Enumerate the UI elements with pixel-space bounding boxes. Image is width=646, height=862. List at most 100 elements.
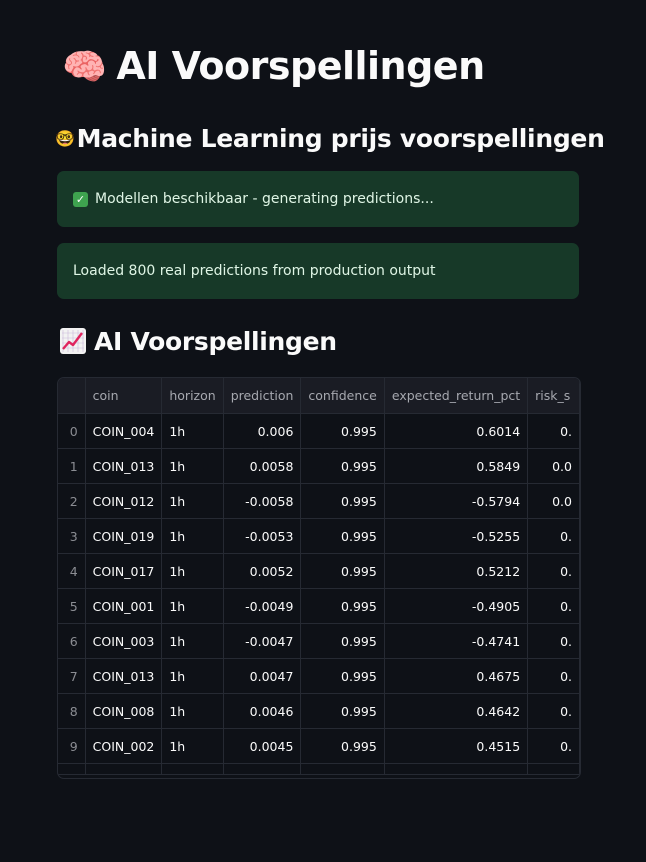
confidence-cell[interactable]: 0.995 [300,518,385,554]
horizon-cell[interactable]: 1h [161,693,224,729]
confidence-cell[interactable]: 0.995 [300,553,385,589]
empty-cell [384,763,529,775]
row-index-cell[interactable]: 9 [58,728,86,764]
prediction-cell[interactable]: -0.0058 [223,483,302,519]
empty-cell [223,763,302,775]
horizon-cell[interactable]: 1h [161,588,224,624]
expected-return-cell[interactable]: 0.5212 [384,553,529,589]
empty-cell [58,763,86,775]
horizon-cell[interactable]: 1h [161,413,224,449]
prediction-cell[interactable]: -0.0049 [223,588,302,624]
row-index-cell[interactable]: 2 [58,483,86,519]
horizon-cell[interactable]: 1h [161,518,224,554]
risk-score-cell[interactable]: 0. [527,693,580,729]
risk-score-cell[interactable]: 0. [527,518,580,554]
risk-score-cell[interactable]: 0. [527,728,580,764]
risk-score-cell[interactable]: 0. [527,623,580,659]
column-header-prediction[interactable]: prediction [223,378,302,414]
prediction-cell[interactable]: -0.0047 [223,623,302,659]
row-index-cell[interactable]: 3 [58,518,86,554]
coin-cell[interactable]: COIN_013 [85,448,163,484]
column-header-risk-score[interactable]: risk_s [527,378,580,414]
row-index-cell[interactable]: 1 [58,448,86,484]
risk-score-cell[interactable]: 0.0 [527,448,580,484]
empty-cell [300,763,385,775]
table-row[interactable]: 1 COIN_013 1h 0.0058 0.995 0.5849 0.0 [58,448,580,484]
prediction-cell[interactable]: 0.006 [223,413,302,449]
horizon-cell[interactable]: 1h [161,623,224,659]
table-row[interactable]: 7 COIN_013 1h 0.0047 0.995 0.4675 0. [58,658,580,694]
page-subtitle: 🤓Machine Learning prijs voorspellingen [55,124,605,153]
prediction-cell[interactable]: 0.0046 [223,693,302,729]
coin-cell[interactable]: COIN_002 [85,728,163,764]
expected-return-cell[interactable]: 0.4675 [384,658,529,694]
coin-cell[interactable]: COIN_008 [85,693,163,729]
coin-cell[interactable]: COIN_013 [85,658,163,694]
table-row[interactable]: 0 COIN_004 1h 0.006 0.995 0.6014 0. [58,413,580,449]
row-index-cell[interactable]: 4 [58,553,86,589]
empty-cell [527,763,580,775]
column-header-horizon[interactable]: horizon [161,378,224,414]
table-row[interactable]: 8 COIN_008 1h 0.0046 0.995 0.4642 0. [58,693,580,729]
risk-score-cell[interactable]: 0. [527,588,580,624]
risk-score-cell[interactable]: 0. [527,553,580,589]
section-title: AI Voorspellingen [60,327,337,356]
coin-cell[interactable]: COIN_004 [85,413,163,449]
horizon-cell[interactable]: 1h [161,483,224,519]
expected-return-cell[interactable]: -0.5794 [384,483,529,519]
table-row[interactable]: 5 COIN_001 1h -0.0049 0.995 -0.4905 0. [58,588,580,624]
confidence-cell[interactable]: 0.995 [300,588,385,624]
brain-icon: 🧠 [62,47,107,88]
confidence-cell[interactable]: 0.995 [300,413,385,449]
table-row[interactable]: 6 COIN_003 1h -0.0047 0.995 -0.4741 0. [58,623,580,659]
risk-score-cell[interactable]: 0.0 [527,483,580,519]
table-row[interactable]: 4 COIN_017 1h 0.0052 0.995 0.5212 0. [58,553,580,589]
column-header-confidence[interactable]: confidence [300,378,385,414]
table-row[interactable]: 9 COIN_002 1h 0.0045 0.995 0.4515 0. [58,728,580,764]
row-index-cell[interactable]: 6 [58,623,86,659]
coin-cell[interactable]: COIN_003 [85,623,163,659]
predictions-table[interactable]: coin horizon prediction confidence expec… [57,377,581,779]
prediction-cell[interactable]: 0.0047 [223,658,302,694]
column-header-coin[interactable]: coin [85,378,163,414]
coin-cell[interactable]: COIN_001 [85,588,163,624]
confidence-cell[interactable]: 0.995 [300,623,385,659]
chart-increasing-icon [60,328,86,354]
prediction-cell[interactable]: 0.0058 [223,448,302,484]
coin-cell[interactable]: COIN_019 [85,518,163,554]
risk-score-cell[interactable]: 0. [527,413,580,449]
column-header-expected-return-pct[interactable]: expected_return_pct [384,378,529,414]
coin-cell[interactable]: COIN_012 [85,483,163,519]
horizon-cell[interactable]: 1h [161,658,224,694]
row-index-cell[interactable]: 0 [58,413,86,449]
expected-return-cell[interactable]: 0.4642 [384,693,529,729]
risk-score-cell[interactable]: 0. [527,658,580,694]
success-alert: ✓ Modellen beschikbaar - generating pred… [57,171,579,227]
column-header-index[interactable] [58,378,86,414]
prediction-cell[interactable]: 0.0052 [223,553,302,589]
expected-return-cell[interactable]: 0.6014 [384,413,529,449]
horizon-cell[interactable]: 1h [161,728,224,764]
table-row[interactable]: 3 COIN_019 1h -0.0053 0.995 -0.5255 0. [58,518,580,554]
expected-return-cell[interactable]: 0.5849 [384,448,529,484]
prediction-cell[interactable]: 0.0045 [223,728,302,764]
expected-return-cell[interactable]: -0.5255 [384,518,529,554]
empty-cell [85,763,163,775]
expected-return-cell[interactable]: -0.4905 [384,588,529,624]
confidence-cell[interactable]: 0.995 [300,658,385,694]
expected-return-cell[interactable]: -0.4741 [384,623,529,659]
row-index-cell[interactable]: 5 [58,588,86,624]
table-row-partial [58,763,580,775]
table-row[interactable]: 2 COIN_012 1h -0.0058 0.995 -0.5794 0.0 [58,483,580,519]
row-index-cell[interactable]: 8 [58,693,86,729]
confidence-cell[interactable]: 0.995 [300,483,385,519]
horizon-cell[interactable]: 1h [161,448,224,484]
confidence-cell[interactable]: 0.995 [300,728,385,764]
horizon-cell[interactable]: 1h [161,553,224,589]
row-index-cell[interactable]: 7 [58,658,86,694]
prediction-cell[interactable]: -0.0053 [223,518,302,554]
expected-return-cell[interactable]: 0.4515 [384,728,529,764]
confidence-cell[interactable]: 0.995 [300,693,385,729]
coin-cell[interactable]: COIN_017 [85,553,163,589]
confidence-cell[interactable]: 0.995 [300,448,385,484]
